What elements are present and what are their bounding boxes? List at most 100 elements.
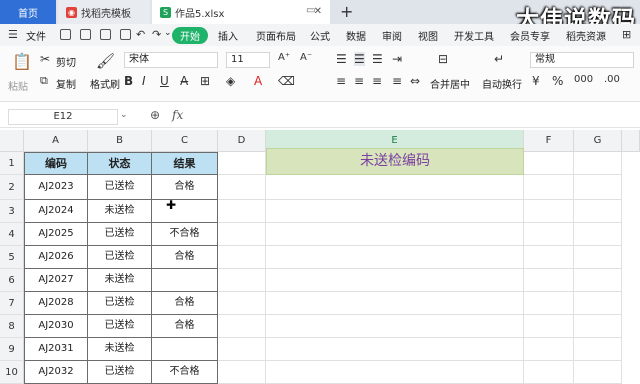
row-header[interactable]: 2 (0, 175, 24, 200)
decimal-icon[interactable]: .00 (604, 74, 620, 85)
cell-c[interactable]: 合格 (152, 292, 218, 315)
cell-d[interactable] (218, 361, 266, 384)
cell-a[interactable]: AJ2027 (24, 269, 88, 292)
cell-c[interactable] (152, 200, 218, 223)
cell-b[interactable]: 已送检 (88, 223, 152, 246)
decrease-font-icon[interactable]: A⁻ (300, 52, 312, 63)
cell-f[interactable] (524, 246, 574, 269)
cell-a[interactable]: AJ2024 (24, 200, 88, 223)
row-header[interactable]: 4 (0, 223, 24, 246)
menu-page-layout[interactable]: 页面布局 (256, 28, 296, 43)
cell-c[interactable]: 合格 (152, 315, 218, 338)
brush-icon[interactable]: 🖌 (96, 52, 115, 70)
scissors-icon[interactable]: ✂ (40, 52, 50, 66)
formula-input[interactable] (192, 108, 632, 124)
column-header-extra[interactable] (622, 130, 640, 152)
name-box[interactable]: E12 (8, 109, 118, 125)
cell-f[interactable] (524, 338, 574, 361)
cell-d1[interactable] (218, 152, 266, 175)
name-box-chevron-icon[interactable]: ⌄ (120, 110, 128, 120)
align-left-icon[interactable]: ≡ (336, 74, 346, 88)
print-icon[interactable] (100, 29, 111, 40)
menu-data[interactable]: 数据 (346, 28, 366, 43)
row-header[interactable]: 9 (0, 338, 24, 361)
cell-b1[interactable]: 状态 (88, 152, 152, 175)
cell-f[interactable] (524, 315, 574, 338)
cell-e[interactable] (266, 361, 524, 384)
row-header[interactable]: 8 (0, 315, 24, 338)
zoom-icon[interactable]: ⊕ (150, 108, 160, 122)
indent-icon[interactable]: ⇥ (392, 52, 402, 66)
clear-format-icon[interactable]: ⌫ (278, 74, 295, 88)
cell-b[interactable]: 已送检 (88, 246, 152, 269)
cell-b[interactable]: 已送检 (88, 292, 152, 315)
cell-f[interactable] (524, 269, 574, 292)
cell-d[interactable] (218, 246, 266, 269)
screen-icon[interactable]: ▭ (306, 5, 315, 16)
row-header[interactable]: 10 (0, 361, 24, 384)
cell-a[interactable]: AJ2032 (24, 361, 88, 384)
cell-d[interactable] (218, 269, 266, 292)
tab-home[interactable]: 首页 (0, 0, 56, 24)
cell-c[interactable]: 不合格 (152, 361, 218, 384)
cell-d[interactable] (218, 338, 266, 361)
cell-b[interactable]: 已送检 (88, 315, 152, 338)
cell-c1[interactable]: 结果 (152, 152, 218, 175)
fx-icon[interactable]: fx (172, 108, 183, 122)
cell-e[interactable] (266, 223, 524, 246)
percent-icon[interactable]: % (552, 74, 563, 88)
menu-file[interactable]: 文件 (26, 28, 46, 43)
tab-workbook[interactable]: S 作品5.xlsx ✕ (152, 0, 330, 24)
cell-f[interactable] (524, 292, 574, 315)
menu-review[interactable]: 审阅 (382, 28, 402, 43)
cell-a[interactable]: AJ2026 (24, 246, 88, 269)
column-header-a[interactable]: A (24, 130, 88, 152)
cell-d[interactable] (218, 315, 266, 338)
cell-c[interactable] (152, 269, 218, 292)
cell-b[interactable]: 已送检 (88, 361, 152, 384)
menu-developer[interactable]: 开发工具 (454, 28, 494, 43)
thousands-icon[interactable]: 000 (574, 74, 593, 85)
cell-a[interactable]: AJ2028 (24, 292, 88, 315)
row-header-1[interactable]: 1 (0, 152, 24, 175)
number-format-select[interactable]: 常规 (530, 52, 634, 68)
cell-g[interactable] (574, 338, 622, 361)
cell-b[interactable]: 未送检 (88, 338, 152, 361)
copy-icon[interactable]: ⧉ (40, 74, 48, 88)
undo-icon[interactable]: ↶ (136, 28, 145, 41)
bold-icon[interactable]: B (124, 74, 133, 88)
cell-f1[interactable] (524, 152, 574, 175)
cell-g[interactable] (574, 361, 622, 384)
font-color-icon[interactable]: A (254, 74, 262, 88)
cell-c[interactable] (152, 338, 218, 361)
new-tab-icon[interactable]: + (340, 2, 353, 21)
cell-g[interactable] (574, 200, 622, 223)
column-header-b[interactable]: B (88, 130, 152, 152)
print-preview-icon[interactable] (120, 29, 131, 40)
cell-b[interactable]: 已送检 (88, 175, 152, 200)
column-header-f[interactable]: F (524, 130, 574, 152)
align-center-icon[interactable]: ≡ (354, 74, 364, 88)
cell-e[interactable] (266, 175, 524, 200)
format-painter-button[interactable]: 格式刷 (90, 76, 120, 91)
italic-icon[interactable]: I (142, 74, 146, 88)
cell-c[interactable]: 合格 (152, 246, 218, 269)
more-chevron-icon[interactable]: ⌄ (164, 28, 172, 38)
wrap-text-button[interactable]: 自动换行 (482, 76, 522, 91)
row-header[interactable]: 7 (0, 292, 24, 315)
paste-button[interactable]: 粘贴 (8, 78, 28, 93)
cell-e[interactable] (266, 269, 524, 292)
cell-e[interactable] (266, 292, 524, 315)
column-header-c[interactable]: C (152, 130, 218, 152)
cell-g[interactable] (574, 175, 622, 200)
cell-g[interactable] (574, 315, 622, 338)
row-header[interactable]: 6 (0, 269, 24, 292)
cell-f[interactable] (524, 200, 574, 223)
cell-f[interactable] (524, 175, 574, 200)
tab-template[interactable]: ◉ 找稻壳模板 (58, 0, 150, 24)
column-header-d[interactable]: D (218, 130, 266, 152)
export-pdf-icon[interactable] (80, 29, 91, 40)
cell-b[interactable]: 未送检 (88, 200, 152, 223)
currency-icon[interactable]: ¥ (532, 74, 540, 88)
ribbon-settings-icon[interactable]: ⊞ (622, 28, 631, 41)
